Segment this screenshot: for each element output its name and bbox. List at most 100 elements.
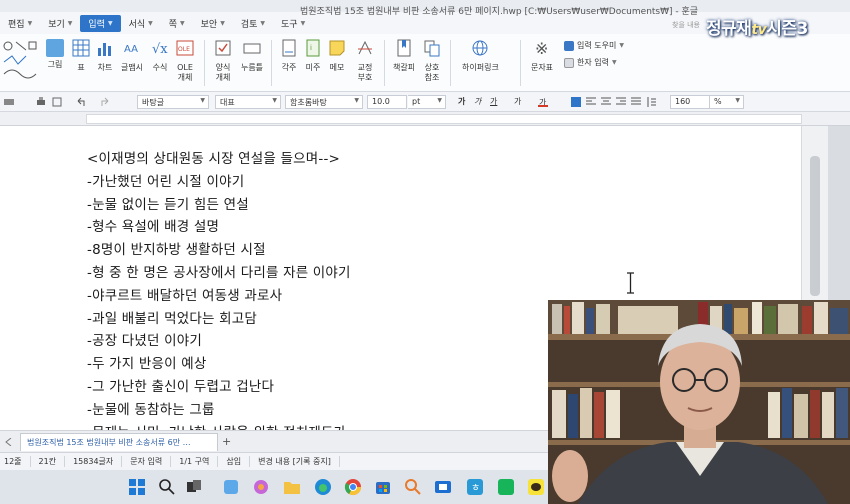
align-distribute-icon[interactable] <box>631 97 641 107</box>
ribbon-divider <box>204 40 205 86</box>
document-line[interactable]: -가난했던 어린 시절 이야기 <box>87 171 547 194</box>
menu-view[interactable]: 보기 ▼ <box>40 15 80 32</box>
revision-label: 교정 <box>357 63 373 72</box>
widgets-icon[interactable] <box>222 478 240 496</box>
scrollbar-thumb[interactable] <box>810 156 820 296</box>
menu-edit[interactable]: 편집 ▼ <box>0 15 40 32</box>
print-preview-icon[interactable] <box>52 97 62 107</box>
windows-start-icon[interactable] <box>128 478 146 496</box>
font-name-value: 함초롬바탕 <box>290 98 327 107</box>
add-tab-button[interactable]: + <box>222 435 231 448</box>
insert-ole-button[interactable]: OLE OLE 개체 <box>170 39 200 83</box>
memo-icon <box>329 40 345 56</box>
insert-field-button[interactable]: 누름틀 <box>237 39 267 73</box>
document-line[interactable]: -형 중 한 명은 공사장에서 다리를 자른 이야기 <box>87 262 547 285</box>
menu-input-label: 입력 <box>88 19 105 30</box>
insert-hyperlink-button[interactable]: 하이퍼링크 <box>462 39 499 73</box>
hwp-app-icon[interactable]: ㅎ <box>466 478 484 496</box>
chart-label: 차트 <box>97 63 113 72</box>
copilot-icon[interactable] <box>252 478 270 496</box>
font-name-select[interactable]: 함초롬바탕 ▼ <box>285 95 363 109</box>
task-view-icon[interactable] <box>185 478 203 496</box>
font-color-icon[interactable]: 가 <box>538 97 548 107</box>
style-icon[interactable] <box>4 97 14 107</box>
align-left-icon[interactable] <box>586 97 596 107</box>
status-track-changes[interactable]: 변경 내용 [기록 중지] <box>250 456 340 467</box>
insert-revision-button[interactable]: 교정 부호 <box>350 39 380 83</box>
font-unit-select[interactable]: pt ▼ <box>408 95 446 109</box>
screen-recorder-icon[interactable] <box>434 478 452 496</box>
bookmark-icon <box>397 39 411 57</box>
chrome-browser-icon[interactable] <box>344 478 362 496</box>
magnifier-app-icon[interactable] <box>404 478 422 496</box>
strike-button[interactable]: 가 <box>514 96 521 107</box>
document-line[interactable]: -형수 욕설에 배경 설명 <box>87 216 547 239</box>
edge-browser-icon[interactable] <box>314 478 332 496</box>
italic-button[interactable]: 가 <box>474 96 481 107</box>
menu-page[interactable]: 쪽 ▼ <box>161 15 193 32</box>
align-justify-icon[interactable] <box>571 97 581 107</box>
zoom-unit-select[interactable]: % ▼ <box>710 95 744 109</box>
bold-button[interactable]: 가 <box>458 96 465 107</box>
menu-security[interactable]: 보안 ▼ <box>193 15 233 32</box>
font-size-input[interactable]: 10.0 <box>367 95 407 109</box>
input-helper-button[interactable]: 입력 도우미 ▼ <box>564 40 624 51</box>
insert-glyph-button[interactable]: AA 글맵시 <box>117 39 147 73</box>
green-app-icon[interactable] <box>497 478 515 496</box>
document-line[interactable]: -두 가지 반응이 예상 <box>87 353 547 376</box>
insert-chart-button[interactable]: 차트 <box>90 39 120 73</box>
underline-button[interactable]: 가 <box>490 96 497 107</box>
paragraph-style-value: 대표 <box>220 98 235 107</box>
document-line[interactable]: -과일 배불리 먹었다는 회고담 <box>87 308 547 331</box>
document-tab[interactable]: 법원조직법 15조 법원내부 비판 소송서류 6만 … <box>20 433 218 451</box>
insert-crossref-button[interactable]: 상호 참조 <box>417 39 447 83</box>
document-text[interactable]: <이재명의 상대원동 시장 연설을 들으며--> -가난했던 어린 시절 이야기… <box>87 148 547 444</box>
document-line[interactable]: -눈물 없이는 듣기 힘든 연설 <box>87 194 547 217</box>
line-spacing-icon[interactable] <box>646 97 656 107</box>
menu-tools[interactable]: 도구 ▼ <box>273 15 313 32</box>
document-line[interactable]: -눈물에 동참하는 그룹 <box>87 399 547 422</box>
document-line[interactable]: <이재명의 상대원동 시장 연설을 들으며--> <box>87 148 547 171</box>
chevron-down-icon: ▼ <box>27 19 33 27</box>
redo-icon[interactable] <box>100 97 110 107</box>
channel-tv-mark: tv <box>751 22 767 38</box>
menu-format[interactable]: 서식 ▼ <box>121 15 161 32</box>
form-label-2: 개체 <box>215 73 231 82</box>
document-line[interactable]: -그 가난한 출신이 두렵고 겁난다 <box>87 376 547 399</box>
store-icon[interactable] <box>374 478 392 496</box>
field-icon <box>243 43 261 54</box>
webcam-overlay <box>548 300 850 504</box>
search-icon[interactable] <box>158 478 176 496</box>
shapes-gallery-icon[interactable] <box>2 40 38 80</box>
menu-review[interactable]: 검토 ▼ <box>233 15 273 32</box>
undo-icon[interactable] <box>76 97 86 107</box>
insert-memo-button[interactable]: 메모 <box>322 39 352 73</box>
insert-bookmark-button[interactable]: 책갈피 <box>389 39 419 73</box>
ole-label: OLE <box>177 63 193 72</box>
zoom-value: 160 <box>675 97 691 106</box>
document-line[interactable]: -야쿠르트 배달하던 여동생 과로사 <box>87 285 547 308</box>
kakaotalk-icon[interactable] <box>527 478 545 496</box>
status-insert-mode[interactable]: 삽입 <box>218 456 251 467</box>
tab-nav-icon[interactable] <box>5 438 13 446</box>
zoom-input[interactable]: 160 <box>670 95 710 109</box>
horizontal-ruler[interactable] <box>0 112 850 126</box>
insert-form-button[interactable]: 양식 개체 <box>208 39 238 83</box>
document-line[interactable]: -공장 다녔던 이야기 <box>87 330 547 353</box>
align-right-icon[interactable] <box>616 97 626 107</box>
paragraph-style-select[interactable]: 대표 ▼ <box>215 95 281 109</box>
status-input-mode[interactable]: 문자 입력 <box>122 456 172 467</box>
style-language-select[interactable]: 바탕글 ▼ <box>137 95 209 109</box>
print-icon[interactable] <box>36 97 46 107</box>
align-center-icon[interactable] <box>601 97 611 107</box>
file-explorer-icon[interactable] <box>283 478 301 496</box>
revision-mark-icon <box>358 40 372 55</box>
chevron-down-icon: ▼ <box>735 97 740 104</box>
hanja-label: 한자 입력 <box>577 58 609 67</box>
endnote-icon: i <box>306 39 320 57</box>
menu-input[interactable]: 입력 ▼ <box>80 14 121 32</box>
document-line[interactable]: -8명이 반지하방 생활하던 시절 <box>87 239 547 262</box>
insert-symbol-button[interactable]: ※ 문자표 <box>527 39 557 73</box>
hanja-input-button[interactable]: 한자 입력 ▼ <box>564 57 617 68</box>
form-object-icon <box>215 40 231 56</box>
